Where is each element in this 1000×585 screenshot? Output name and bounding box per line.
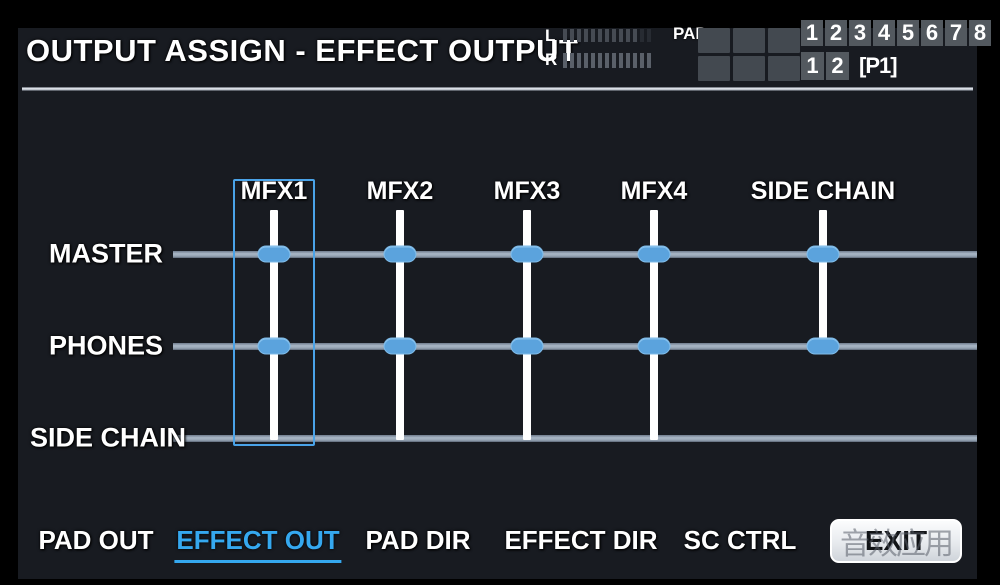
meter-segment [577,53,581,68]
number-cell[interactable]: 4 [873,20,895,46]
matrix-node-mfx2-master[interactable] [383,245,417,263]
footer-tab-bar: EXIT 音效应用 PAD OUT EFFECT OUT PAD DIR EFFECT… [18,511,977,579]
column-label-side-chain: SIDE CHAIN [750,177,896,205]
meter-label-l: L [545,26,556,45]
matrix-node-mfx4-phones[interactable] [637,337,671,355]
matrix-node-mfx2-phones[interactable] [383,337,417,355]
meter-segment [605,53,609,68]
tab-sc-ctrl[interactable]: SC CTRL [684,525,797,556]
meter-segment [577,29,581,42]
number-cell[interactable]: 3 [849,20,871,46]
number-strip-bottom[interactable]: 12 [P1] [801,52,898,80]
meter-segment [633,29,637,42]
column-line-mfx3 [523,210,531,440]
meter-segment [591,29,595,42]
meter-segment [626,29,630,42]
meter-segment [619,53,623,68]
routing-matrix[interactable]: MASTER PHONES SIDE CHAIN MFX1 MFX2 MFX3 MFX4 SI… [18,91,977,511]
row-label-phones: PHONES [48,330,163,361]
number-cell[interactable]: 5 [897,20,919,46]
matrix-node-side-chain-phones[interactable] [806,337,840,355]
number-cell[interactable]: 7 [945,20,967,46]
meter-segment [612,53,616,68]
pad-cell[interactable] [733,28,765,53]
level-meters: LR [545,26,665,82]
row-label-master: MASTER [49,238,163,269]
meter-segment [570,29,574,42]
meter-segment [598,29,602,42]
exit-button[interactable]: EXIT 音效应用 [830,519,962,563]
meter-segment [570,53,574,68]
device-screen: OUTPUT ASSIGN - EFFECT OUTPUT LR PAD 123… [18,20,991,579]
column-label-mfx4: MFX4 [620,177,688,205]
meter-segment [612,29,616,42]
matrix-node-mfx3-phones[interactable] [510,337,544,355]
number-cell[interactable]: 1 [801,20,823,46]
meter-segment [563,29,567,42]
meter-segment [640,29,644,42]
pad-cell[interactable] [768,28,800,53]
meter-segment [619,29,623,42]
pad-grid[interactable] [698,28,800,81]
meter-segment [591,53,595,68]
pad-cell[interactable] [698,28,730,53]
number-cell[interactable]: 6 [921,20,943,46]
header-bar: OUTPUT ASSIGN - EFFECT OUTPUT LR PAD 123… [18,20,991,91]
matrix-node-mfx4-master[interactable] [637,245,671,263]
number-cell[interactable]: 2 [825,20,847,46]
meter-r: R [545,50,665,72]
page-title: OUTPUT ASSIGN - EFFECT OUTPUT [26,33,579,68]
tab-effect-dir[interactable]: EFFECT DIR [504,525,657,556]
column-line-mfx4 [650,210,658,440]
meter-segment [563,53,567,68]
meter-l: L [545,26,665,48]
meter-segment [584,53,588,68]
meter-segment [640,53,644,68]
meter-segment [647,29,651,42]
number-cell[interactable]: 1 [801,52,824,80]
matrix-node-mfx3-master[interactable] [510,245,544,263]
pad-cell[interactable] [698,56,730,81]
number-cell[interactable]: 8 [969,20,991,46]
pad-cell[interactable] [768,56,800,81]
tab-pad-out[interactable]: PAD OUT [38,525,153,556]
column-line-mfx2 [396,210,404,440]
meter-segment [584,29,588,42]
meter-segment [626,53,630,68]
meter-segment [605,29,609,42]
matrix-node-side-chain-master[interactable] [806,245,840,263]
tab-effect-out[interactable]: EFFECT OUT [174,525,342,563]
patch-tag: [P1] [859,53,898,78]
meter-segment [633,53,637,68]
meter-segments [563,53,651,68]
number-cell[interactable]: 2 [826,52,849,80]
number-strip-top[interactable]: 12345678 [801,20,991,46]
meter-segment [598,53,602,68]
row-label-side-chain: SIDE CHAIN [30,422,187,453]
column-label-mfx3: MFX3 [493,177,561,205]
meter-label-r: R [545,50,558,69]
selection-box-mfx1[interactable] [233,179,315,446]
column-line-side-chain [819,210,827,348]
pad-cell[interactable] [733,56,765,81]
tab-pad-dir[interactable]: PAD DIR [366,525,471,556]
exit-button-label: EXIT [864,525,928,556]
meter-segments [563,29,651,42]
meter-segment [647,53,651,68]
column-label-mfx2: MFX2 [366,177,434,205]
